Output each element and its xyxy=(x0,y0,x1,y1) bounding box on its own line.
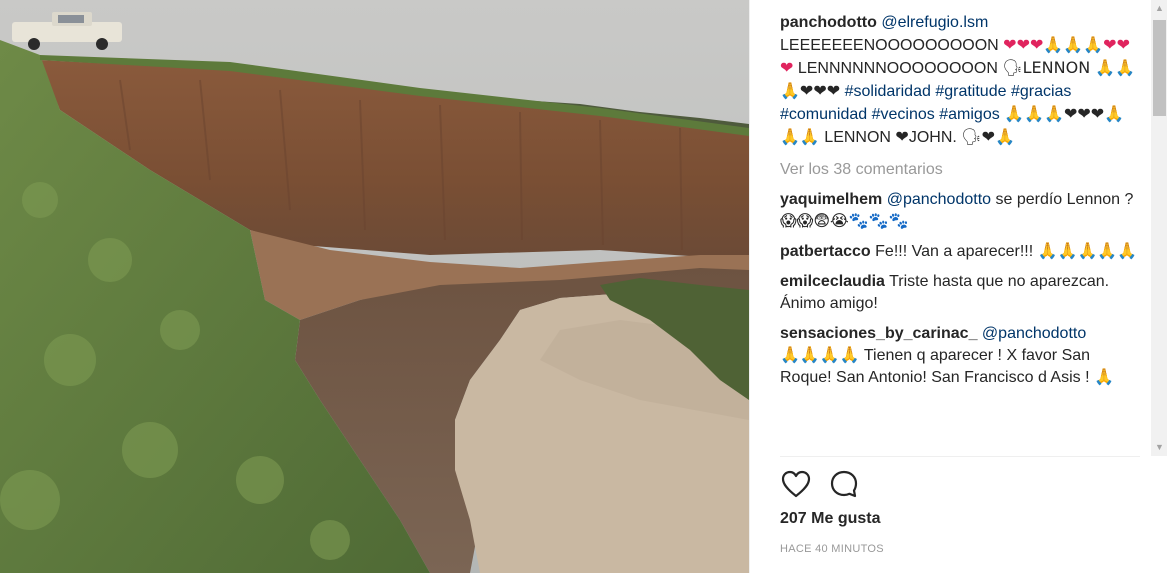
hashtag-gratitude[interactable]: #gratitude xyxy=(935,83,1006,100)
hashtag-comunidad[interactable]: #comunidad xyxy=(780,106,867,123)
view-all-comments-link[interactable]: Ver los 38 comentarios xyxy=(780,159,1140,181)
likes-count[interactable]: 207 Me gusta xyxy=(780,510,880,528)
post-timestamp: HACE 40 MINUTOS xyxy=(780,543,884,555)
comment-item: sensaciones_by_carinac_ @panchodotto 🙏🙏🙏… xyxy=(780,323,1140,389)
comment-button[interactable] xyxy=(828,468,860,500)
comment-author[interactable]: patbertacco xyxy=(780,243,871,260)
speech-bubble-icon xyxy=(830,470,858,498)
hashtag-vecinos[interactable]: #vecinos xyxy=(872,106,935,123)
hashtag-solidaridad[interactable]: #solidaridad xyxy=(845,83,931,100)
caption-mention[interactable]: @elrefugio.lsm xyxy=(881,14,988,31)
hashtag-gracias[interactable]: #gracias xyxy=(1011,83,1071,100)
post-actions xyxy=(780,468,860,502)
comment-item: emilceclaudia Triste hasta que no aparez… xyxy=(780,271,1140,315)
caption-line-2: LENNNNNNOOOOOOOON xyxy=(797,60,998,77)
comment-author[interactable]: emilceclaudia xyxy=(780,273,885,290)
post-side-panel: panchodotto @elrefugio.lsm LEEEEEEENOOOO… xyxy=(749,0,1167,573)
comments-scrollbar[interactable]: ▲ ▼ xyxy=(1151,0,1167,456)
river-canyon-image xyxy=(0,0,749,573)
scroll-down-arrow-icon[interactable]: ▼ xyxy=(1151,439,1167,456)
caption-author[interactable]: panchodotto xyxy=(780,14,877,31)
post-caption: panchodotto @elrefugio.lsm LEEEEEEENOOOO… xyxy=(780,12,1140,149)
comment-mention[interactable]: @panchodotto xyxy=(887,191,991,208)
comment-mention[interactable]: @panchodotto xyxy=(982,325,1086,342)
comment-item: yaquimelhem @panchodotto se perdío Lenno… xyxy=(780,189,1140,233)
comment-author[interactable]: sensaciones_by_carinac_ xyxy=(780,325,977,342)
comment-item: patbertacco Fe!!! Van a aparecer!!! 🙏🙏🙏🙏… xyxy=(780,241,1140,263)
caption-line-4: LENNON ❤JOHN. 🗣❤🙏 xyxy=(824,129,1015,146)
scrollbar-thumb[interactable] xyxy=(1153,20,1166,116)
hashtag-amigos[interactable]: #amigos xyxy=(939,106,999,123)
caption-line-1: LEEEEEEENOOOOOOOOON xyxy=(780,37,999,54)
heart-outline-icon xyxy=(781,470,811,498)
divider xyxy=(780,456,1140,457)
comment-text: Fe!!! Van a aparecer!!! 🙏🙏🙏🙏🙏 xyxy=(875,243,1138,260)
scroll-up-arrow-icon[interactable]: ▲ xyxy=(1151,0,1167,17)
comments-list[interactable]: panchodotto @elrefugio.lsm LEEEEEEENOOOO… xyxy=(780,12,1140,456)
post-photo[interactable] xyxy=(0,0,749,573)
comment-text: 🙏🙏🙏🙏 Tienen q aparecer ! X favor San Roq… xyxy=(780,347,1114,386)
comment-author[interactable]: yaquimelhem xyxy=(780,191,882,208)
like-button[interactable] xyxy=(780,468,812,500)
